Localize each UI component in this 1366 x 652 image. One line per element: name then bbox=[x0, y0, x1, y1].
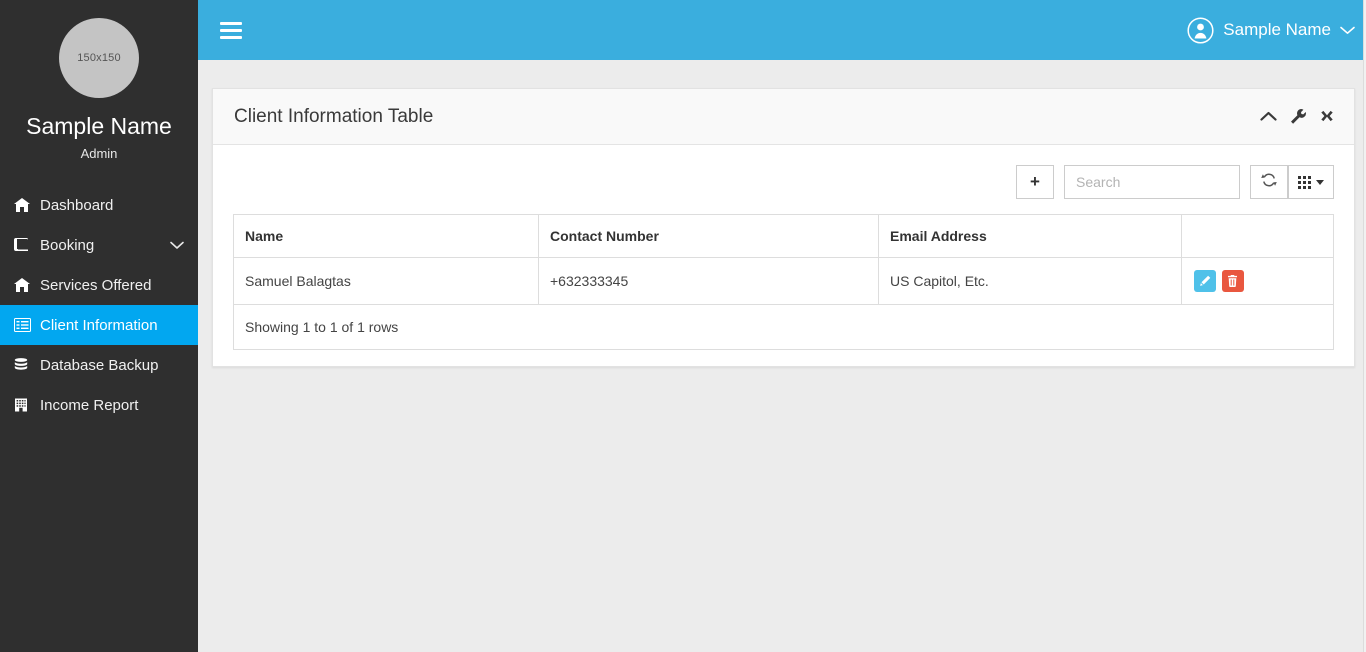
edit-row-button[interactable] bbox=[1194, 270, 1216, 292]
cell-actions bbox=[1181, 257, 1334, 305]
panel-header: Client Information Table bbox=[213, 89, 1354, 145]
home-icon bbox=[14, 198, 34, 213]
table-toolbar-right bbox=[1250, 165, 1334, 199]
sidebar-item-dashboard[interactable]: Dashboard bbox=[0, 185, 198, 225]
column-header-contact-number[interactable]: Contact Number bbox=[538, 214, 879, 258]
list-alt-icon bbox=[14, 318, 34, 333]
user-menu-label: Sample Name bbox=[1223, 20, 1331, 39]
table-head: Name Contact Number Email Address bbox=[233, 214, 1334, 258]
hamburger-bar bbox=[220, 21, 242, 25]
book-icon bbox=[14, 238, 34, 252]
profile-name: Sample Name bbox=[26, 113, 172, 139]
sidebar-item-label: Services Offered bbox=[40, 276, 152, 294]
app-root: 150x150 Sample Name Admin Dashboard Book… bbox=[0, 0, 1366, 652]
cell-name: Samuel Balagtas bbox=[233, 257, 539, 305]
avatar: 150x150 bbox=[59, 18, 139, 98]
profile-role: Admin bbox=[80, 146, 118, 162]
column-header-actions bbox=[1181, 214, 1334, 258]
topbar: Sample Name bbox=[198, 0, 1366, 60]
sidebar: 150x150 Sample Name Admin Dashboard Book… bbox=[0, 0, 198, 652]
delete-row-button[interactable] bbox=[1221, 270, 1244, 292]
cell-contact-number: +632333345 bbox=[538, 257, 879, 305]
columns-button[interactable] bbox=[1288, 165, 1334, 199]
table-body: Samuel Balagtas +632333345 US Capitol, E… bbox=[233, 257, 1334, 305]
hamburger-bar bbox=[220, 28, 242, 32]
client-information-panel: Client Information Table + Search Name C… bbox=[212, 88, 1355, 367]
collapse-icon[interactable] bbox=[1260, 111, 1277, 122]
chevron-down-icon[interactable] bbox=[170, 241, 184, 250]
sidebar-item-label: Client Information bbox=[40, 316, 158, 334]
column-header-email-address[interactable]: Email Address bbox=[878, 214, 1182, 258]
search-input[interactable] bbox=[1064, 165, 1240, 199]
main-area: Sample Name Client Information Table + S… bbox=[198, 0, 1366, 652]
sidebar-item-label: Database Backup bbox=[40, 356, 159, 374]
content-area: Client Information Table + Search Name C… bbox=[198, 60, 1366, 367]
panel-body: + Search Name Contact Number Email Addre… bbox=[213, 145, 1354, 366]
sidebar-item-label: Income Report bbox=[40, 396, 139, 414]
sidebar-item-services-offered[interactable]: Services Offered bbox=[0, 265, 198, 305]
wrench-icon[interactable] bbox=[1291, 109, 1306, 124]
cell-email-address: US Capitol, Etc. bbox=[878, 257, 1182, 305]
sidebar-profile: 150x150 Sample Name Admin bbox=[0, 0, 198, 161]
refresh-button[interactable] bbox=[1250, 165, 1288, 199]
building-icon bbox=[14, 398, 34, 412]
sidebar-item-income-report[interactable]: Income Report bbox=[0, 385, 198, 425]
sidebar-item-label: Dashboard bbox=[40, 196, 114, 214]
table-footer-status: Showing 1 to 1 of 1 rows bbox=[233, 305, 1334, 350]
sidebar-item-database-backup[interactable]: Database Backup bbox=[0, 345, 198, 385]
add-record-button[interactable]: + bbox=[1016, 165, 1054, 199]
table-header-row: Name Contact Number Email Address bbox=[233, 214, 1334, 258]
page-title: Client Information Table bbox=[234, 105, 434, 127]
close-icon[interactable] bbox=[1320, 110, 1334, 124]
sidebar-item-client-information[interactable]: Client Information bbox=[0, 305, 198, 346]
table-row: Samuel Balagtas +632333345 US Capitol, E… bbox=[233, 257, 1334, 305]
hamburger-bar bbox=[220, 35, 242, 39]
panel-tools bbox=[1260, 109, 1334, 124]
refresh-icon bbox=[1261, 172, 1277, 192]
user-menu[interactable]: Sample Name bbox=[1187, 16, 1363, 44]
chevron-down-icon[interactable] bbox=[1340, 20, 1355, 40]
database-icon bbox=[14, 358, 34, 372]
home-icon bbox=[14, 278, 34, 293]
table-toolbar: + bbox=[233, 165, 1334, 199]
grid-icon bbox=[1298, 175, 1311, 189]
user-circle-icon bbox=[1187, 16, 1214, 44]
client-table: Name Contact Number Email Address Samuel… bbox=[233, 214, 1334, 305]
sidebar-item-label: Booking bbox=[40, 236, 95, 254]
hamburger-icon[interactable] bbox=[220, 18, 242, 43]
sidebar-nav: Dashboard Booking Services Offered Clien… bbox=[0, 185, 198, 425]
chevron-down-icon bbox=[1316, 179, 1324, 185]
column-header-name[interactable]: Name bbox=[233, 214, 539, 258]
sidebar-item-booking[interactable]: Booking bbox=[0, 225, 198, 265]
